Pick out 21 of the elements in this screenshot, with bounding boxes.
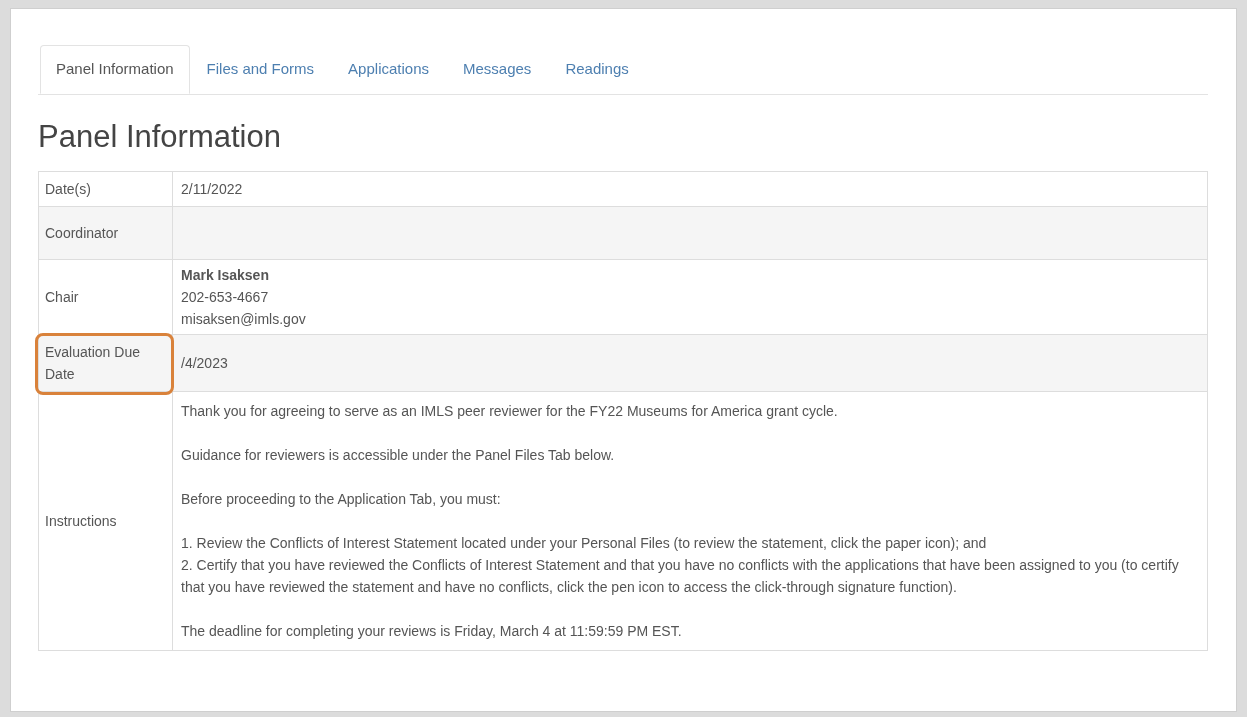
tab[interactable]: Files and Forms	[189, 45, 332, 94]
row-label: Date(s)	[38, 171, 173, 207]
row-label: Chair	[38, 259, 173, 335]
row-label: Coordinator	[38, 206, 173, 260]
instruction-text: 2. Certify that you have reviewed the Conflicts of Interest Statement and that you have no conflicts with the applications that have been assigned to you (to certify that you have reviewed the statement and have no conflicts, click the pen icon to access the click-through signature function).	[181, 556, 1180, 597]
tab[interactable]: Readings	[548, 45, 646, 94]
instruction-text: Thank you for agreeing to serve as an IMLS peer reviewer for the FY22 Museums for America grant cycle.	[181, 402, 839, 421]
tab[interactable]: Panel Information	[40, 45, 190, 94]
row-label: Instructions	[38, 391, 173, 651]
chair-name: Mark Isaksen	[181, 266, 270, 285]
instruction-text: Before proceeding to the Application Tab, you must:	[181, 490, 502, 509]
instruction-text: Guidance for reviewers is accessible under the Panel Files Tab below.	[181, 446, 616, 465]
page-heading: Panel Information	[38, 118, 282, 156]
cell-text: /4/2023	[181, 354, 228, 371]
instruction-text: 1. Review the Conflicts of Interest Statement located under your Personal Files (to review the statement, click the paper icon); and	[181, 534, 988, 553]
chair-phone: 202-653-4667	[181, 288, 270, 307]
tab[interactable]: Applications	[331, 45, 446, 94]
chair-email: misaksen@imls.gov	[181, 310, 307, 329]
cell-text: 2/11/2022	[181, 180, 243, 197]
instruction-text: The deadline for completing your reviews is Friday, March 4 at 11:59:59 PM EST.	[181, 622, 683, 641]
tab[interactable]: Messages	[446, 45, 549, 94]
